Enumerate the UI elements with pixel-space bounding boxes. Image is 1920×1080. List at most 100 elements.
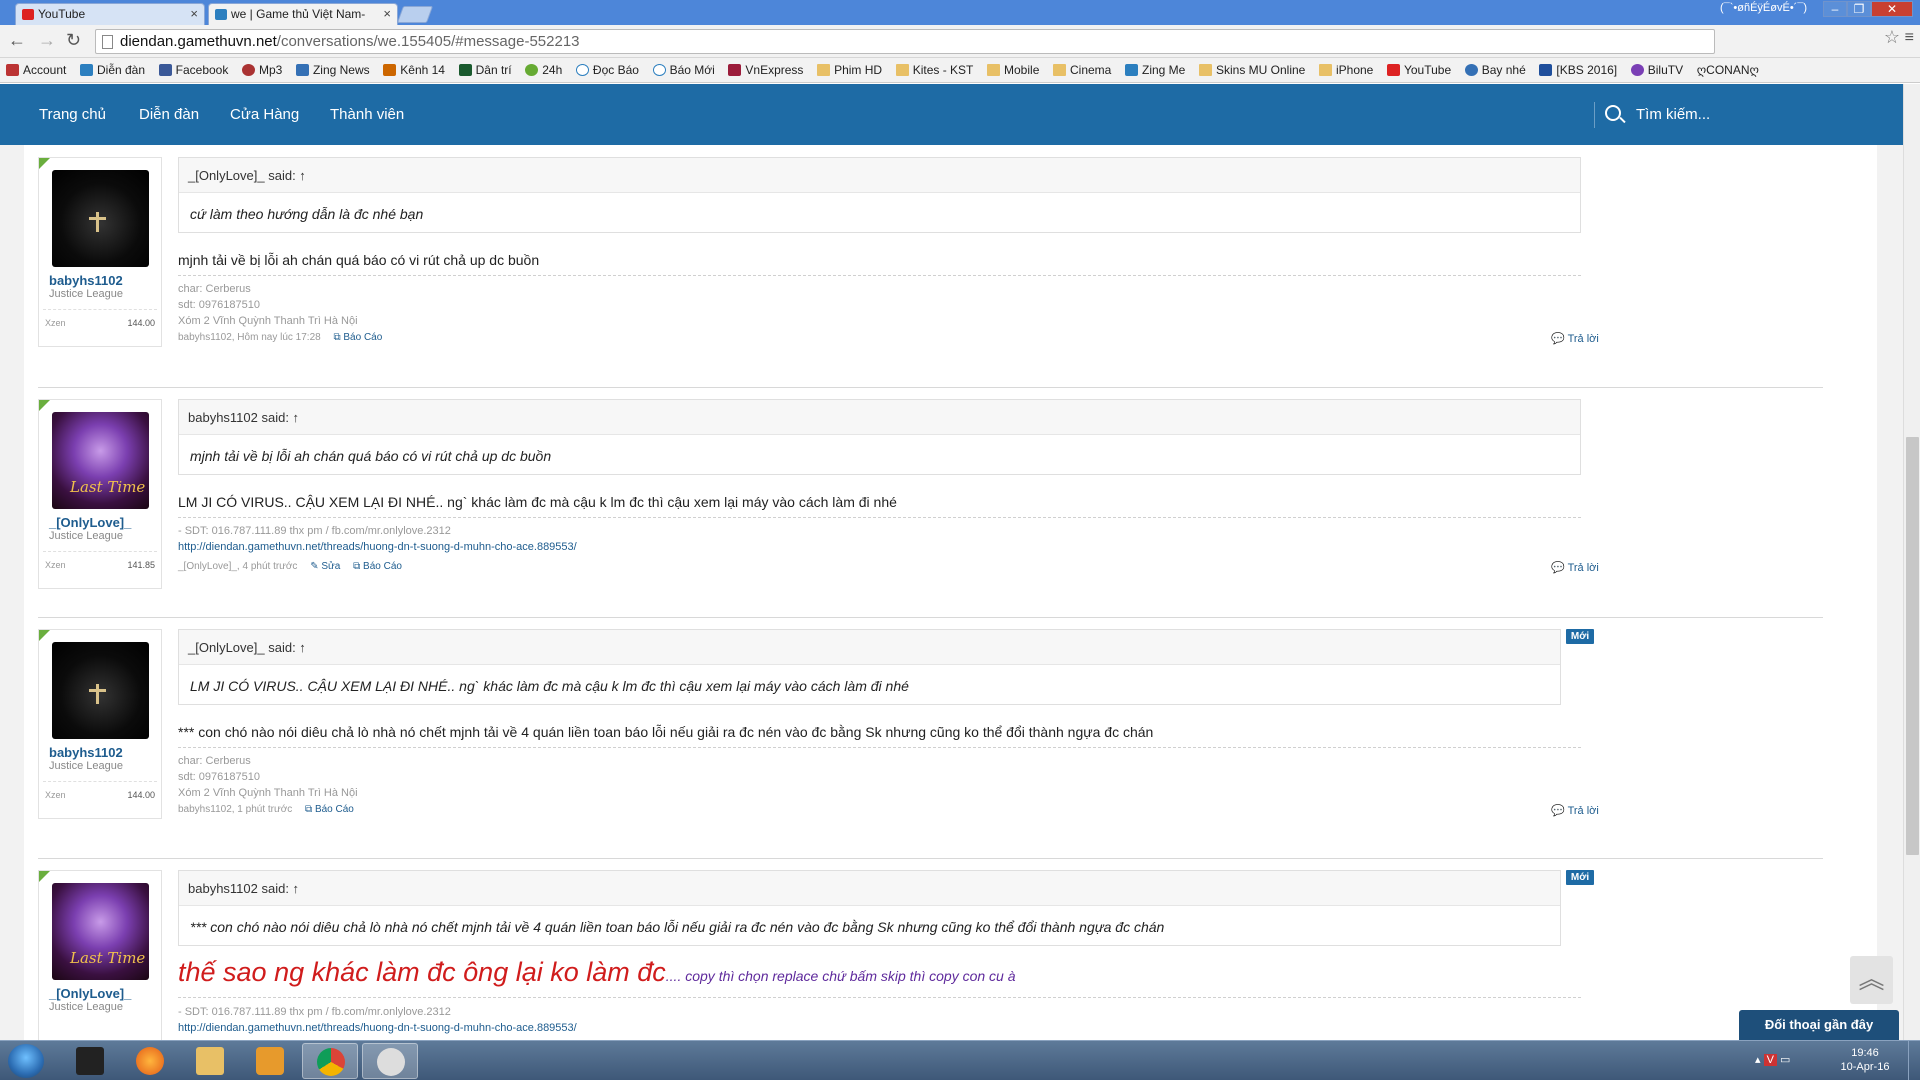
back-to-top-button[interactable]: ︽ (1850, 956, 1893, 1004)
message-big-red: thế sao ng khác làm đc ông lại ko làm đc (178, 957, 666, 987)
facebook-icon (158, 64, 172, 76)
username[interactable]: babyhs1102 (49, 273, 123, 288)
report-button[interactable]: ⧉ Báo Cáo (353, 561, 402, 572)
bookmark-item[interactable]: Diễn đàn (79, 58, 145, 77)
taskbar-media[interactable] (242, 1043, 298, 1079)
bookmark-item[interactable]: Phim HD (817, 58, 882, 77)
avatar[interactable] (52, 642, 149, 739)
tab-youtube[interactable]: YouTube × (15, 3, 205, 25)
bookmark-item[interactable]: Mobile (987, 58, 1039, 77)
quote-block: babyhs1102 said: ↑ *** con chó nào nói d… (178, 870, 1561, 946)
bookmark-item[interactable]: Zing News (295, 58, 370, 77)
bookmark-favicon (6, 64, 19, 76)
search-icon[interactable] (1605, 105, 1621, 121)
bookmark-star-icon[interactable]: ☆ (1884, 27, 1900, 48)
bookmark-item[interactable]: Mp3 (241, 58, 282, 77)
bookmark-item[interactable]: Kites - KST (895, 58, 973, 77)
username[interactable]: _[OnlyLove]_ (49, 515, 131, 530)
taskbar-explorer[interactable] (182, 1043, 238, 1079)
bookmark-item[interactable]: Báo Mới (652, 58, 715, 77)
bookmark-item[interactable]: [KBS 2016] (1539, 58, 1617, 77)
quote-author[interactable]: babyhs1102 said: ↑ (179, 400, 1580, 435)
signature-link[interactable]: http://diendan.gamethuvn.net/threads/huo… (178, 1022, 577, 1034)
post-meta: babyhs1102, Hôm nay lúc 17:28 ⧉ Báo Cáo (178, 332, 382, 343)
post-divider (38, 617, 1823, 618)
system-tray[interactable]: ▴ V ▭ (1755, 1053, 1790, 1066)
bookmark-item[interactable]: Facebook (158, 58, 228, 77)
bookmark-item[interactable]: Cinema (1053, 58, 1111, 77)
tab-conversation[interactable]: we | Game thủ Việt Nam- × (208, 3, 398, 25)
url-input[interactable]: diendan.gamethuvn.net/conversations/we.1… (95, 29, 1715, 54)
avatar[interactable]: Last Time (52, 883, 149, 980)
taskbar-mu-app[interactable] (62, 1043, 118, 1079)
forward-arrow-icon[interactable]: → (38, 30, 56, 51)
bookmarks-bar: Account Diễn đàn Facebook Mp3 Zing News … (0, 58, 1920, 83)
quote-author[interactable]: babyhs1102 said: ↑ (179, 871, 1560, 906)
bookmark-item[interactable]: Account (6, 58, 66, 77)
bookmark-item[interactable]: Skins MU Online (1198, 58, 1305, 77)
quote-author[interactable]: _[OnlyLove]_ said: ↑ (179, 630, 1560, 665)
report-button[interactable]: ⧉ Báo Cáo (305, 804, 354, 815)
nav-home[interactable]: Trang chủ (39, 106, 106, 123)
show-desktop-button[interactable] (1908, 1041, 1920, 1080)
close-icon[interactable]: × (190, 6, 198, 21)
bookmark-item[interactable]: VnExpress (728, 58, 803, 77)
avatar[interactable]: Last Time (52, 412, 149, 509)
bookmark-item[interactable]: Bay nhé (1464, 58, 1526, 77)
bookmark-item[interactable]: Đọc Báo (575, 58, 639, 77)
chrome-icon (317, 1048, 345, 1076)
nav-members[interactable]: Thành viên (330, 106, 404, 123)
menu-icon[interactable]: ≡ (1905, 29, 1914, 47)
folder-icon (1053, 64, 1066, 76)
scrollbar-thumb[interactable] (1906, 437, 1919, 855)
reply-button[interactable]: 💬 Trả lời (1551, 804, 1599, 817)
reply-button[interactable]: 💬 Trả lời (1551, 332, 1599, 345)
search-input[interactable]: Tìm kiếm... (1636, 106, 1710, 123)
maximize-button[interactable]: ❐ (1847, 1, 1871, 17)
bookmark-item[interactable]: Kênh 14 (383, 58, 445, 77)
post-author-time[interactable]: babyhs1102, Hôm nay lúc 17:28 (178, 332, 321, 343)
bookmark-item[interactable]: Zing Me (1124, 58, 1185, 77)
recent-conversations-button[interactable]: Đối thoại gần đây (1739, 1010, 1899, 1040)
message-small-purple: .... copy thì chọn replace chứ bấm skip … (665, 968, 1016, 984)
username[interactable]: _[OnlyLove]_ (49, 986, 131, 1001)
youtube-icon (1386, 64, 1400, 76)
bookmark-item[interactable]: Dân trí (458, 58, 512, 77)
vertical-scrollbar[interactable] (1903, 84, 1920, 1040)
url-path: /conversations/we.155405/#message-552213 (276, 33, 580, 50)
minimize-button[interactable]: – (1823, 1, 1847, 17)
nav-store[interactable]: Cửa Hàng (230, 106, 299, 123)
firefox-icon (136, 1047, 164, 1075)
stat-label: Xzen (45, 790, 66, 800)
report-icon: ⧉ (353, 561, 364, 572)
report-button[interactable]: ⧉ Báo Cáo (333, 332, 382, 343)
bookmark-item[interactable]: 24h (525, 58, 562, 77)
clock-date: 10-Apr-16 (1840, 1061, 1890, 1073)
start-button[interactable] (8, 1044, 44, 1078)
quote-author[interactable]: _[OnlyLove]_ said: ↑ (179, 158, 1580, 193)
avatar[interactable] (52, 170, 149, 267)
post-author-time[interactable]: _[OnlyLove]_, 4 phút trước (178, 561, 297, 572)
reply-button[interactable]: 💬 Trả lời (1551, 561, 1599, 574)
clock[interactable]: 19:46 10-Apr-16 (1830, 1046, 1900, 1074)
profile-name[interactable]: (¯`•øñÉÿÉøvÉ•´¯) (1720, 2, 1807, 14)
nav-forums[interactable]: Diễn đàn (139, 106, 199, 123)
bookmark-item[interactable]: ღCONANღ (1697, 58, 1759, 77)
username[interactable]: babyhs1102 (49, 745, 123, 760)
signature-link[interactable]: http://diendan.gamethuvn.net/threads/huo… (178, 541, 577, 553)
page-icon (102, 35, 113, 49)
tab-title: YouTube (38, 7, 86, 21)
taskbar-firefox[interactable] (122, 1043, 178, 1079)
edit-button[interactable]: ✎ Sửa (310, 561, 340, 572)
bookmark-item[interactable]: YouTube (1386, 58, 1451, 77)
new-tab-button[interactable] (396, 6, 434, 23)
close-icon[interactable]: × (383, 6, 391, 21)
taskbar-chrome[interactable] (302, 1043, 358, 1079)
window-close-button[interactable]: ✕ (1871, 1, 1913, 17)
bookmark-item[interactable]: iPhone (1318, 58, 1373, 77)
post-author-time[interactable]: babyhs1102, 1 phút trước (178, 804, 292, 815)
taskbar-app[interactable] (362, 1043, 418, 1079)
bookmark-item[interactable]: BiluTV (1630, 58, 1683, 77)
back-arrow-icon[interactable]: ← (8, 30, 26, 51)
reload-icon[interactable]: ↻ (66, 30, 81, 51)
